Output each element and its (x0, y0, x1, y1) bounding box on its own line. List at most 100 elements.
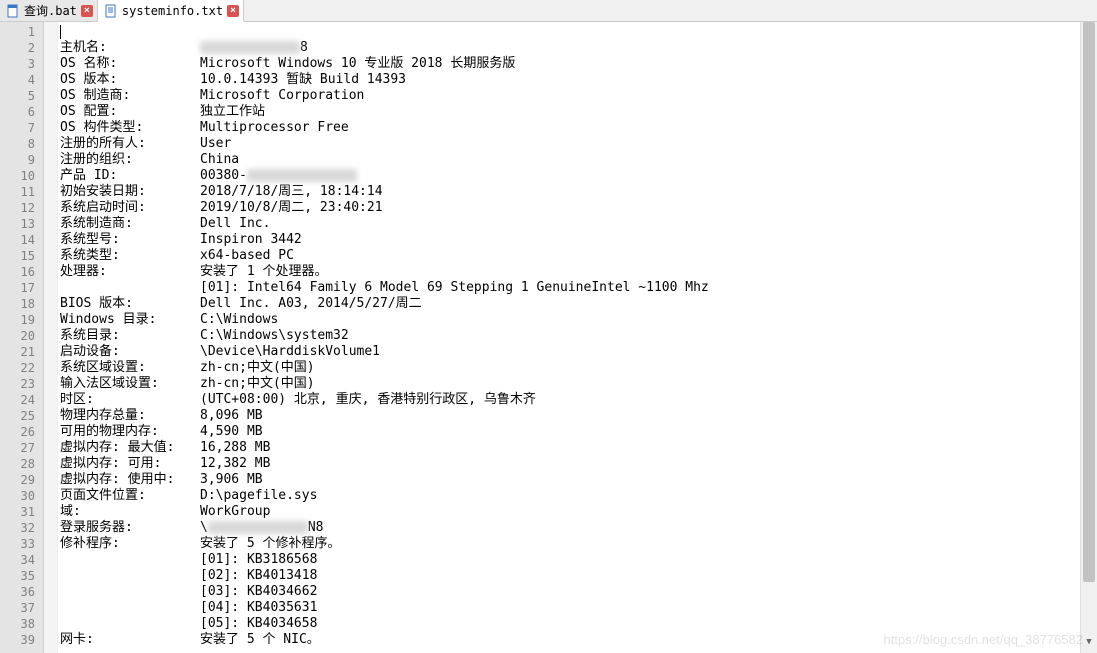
code-line: 系统目录:C:\Windows\system32 (60, 328, 1080, 344)
field-value: C:\Windows\system32 (200, 328, 349, 344)
code-line: [04]: KB4035631 (60, 600, 1080, 616)
line-number: 12 (0, 200, 35, 216)
code-line: 时区:(UTC+08:00) 北京, 重庆, 香港特别行政区, 乌鲁木齐 (60, 392, 1080, 408)
line-number: 20 (0, 328, 35, 344)
field-value: Dell Inc. A03, 2014/5/27/周二 (200, 296, 422, 312)
editor-area: 1234567891011121314151617181920212223242… (0, 22, 1097, 653)
file-icon (104, 4, 118, 18)
field-key: 系统型号: (60, 232, 200, 248)
field-value: Multiprocessor Free (200, 120, 349, 136)
field-value: 安装了 5 个 NIC。 (200, 632, 320, 648)
field-value: China (200, 152, 239, 168)
code-line: 系统类型:x64-based PC (60, 248, 1080, 264)
close-icon[interactable]: × (227, 5, 239, 17)
code-line: OS 制造商:Microsoft Corporation (60, 88, 1080, 104)
line-number: 10 (0, 168, 35, 184)
line-number-gutter: 1234567891011121314151617181920212223242… (0, 22, 44, 653)
line-number: 26 (0, 424, 35, 440)
line-number: 21 (0, 344, 35, 360)
code-line: 虚拟内存: 最大值:16,288 MB (60, 440, 1080, 456)
field-value: [04]: KB4035631 (200, 600, 317, 616)
line-number: 13 (0, 216, 35, 232)
fold-margin (44, 22, 58, 653)
field-key: 系统制造商: (60, 216, 200, 232)
code-line: 虚拟内存: 可用:12,382 MB (60, 456, 1080, 472)
field-key: 系统启动时间: (60, 200, 200, 216)
field-key: 页面文件位置: (60, 488, 200, 504)
field-key: OS 名称: (60, 56, 200, 72)
code-line: OS 构件类型:Multiprocessor Free (60, 120, 1080, 136)
field-value: D:\pagefile.sys (200, 488, 317, 504)
field-value: \N8 (200, 520, 323, 536)
field-key: 物理内存总量: (60, 408, 200, 424)
field-value: User (200, 136, 231, 152)
code-line: 修补程序:安装了 5 个修补程序。 (60, 536, 1080, 552)
text-editor[interactable]: 主机名:8OS 名称:Microsoft Windows 10 专业版 2018… (58, 22, 1080, 653)
field-key: 启动设备: (60, 344, 200, 360)
field-key: 域: (60, 504, 200, 520)
field-value: Inspiron 3442 (200, 232, 302, 248)
code-line (60, 24, 1080, 40)
line-number: 15 (0, 248, 35, 264)
field-value: 8,096 MB (200, 408, 263, 424)
field-key: 注册的所有人: (60, 136, 200, 152)
line-number: 22 (0, 360, 35, 376)
code-line: 系统区域设置:zh-cn;中文(中国) (60, 360, 1080, 376)
field-key: 处理器: (60, 264, 200, 280)
tab-query-bat[interactable]: 查询.bat × (0, 0, 98, 21)
field-value: Dell Inc. (200, 216, 270, 232)
tab-systeminfo-txt[interactable]: systeminfo.txt × (98, 0, 244, 22)
redacted-text (200, 41, 300, 54)
line-number: 8 (0, 136, 35, 152)
line-number: 39 (0, 632, 35, 648)
field-key: 虚拟内存: 最大值: (60, 440, 200, 456)
close-icon[interactable]: × (81, 5, 93, 17)
line-number: 18 (0, 296, 35, 312)
line-number: 9 (0, 152, 35, 168)
line-number: 14 (0, 232, 35, 248)
field-key: 时区: (60, 392, 200, 408)
field-value: Microsoft Corporation (200, 88, 364, 104)
line-number: 4 (0, 72, 35, 88)
code-line: [03]: KB4034662 (60, 584, 1080, 600)
scrollbar-thumb[interactable] (1083, 22, 1095, 582)
field-value: zh-cn;中文(中国) (200, 360, 315, 376)
file-icon (6, 4, 20, 18)
field-value: 3,906 MB (200, 472, 263, 488)
code-line: 产品 ID:00380- (60, 168, 1080, 184)
scroll-down-arrow[interactable]: ▼ (1081, 637, 1097, 653)
code-line: BIOS 版本:Dell Inc. A03, 2014/5/27/周二 (60, 296, 1080, 312)
field-value: 2018/7/18/周三, 18:14:14 (200, 184, 383, 200)
line-number: 24 (0, 392, 35, 408)
code-line: 网卡:安装了 5 个 NIC。 (60, 632, 1080, 648)
line-number: 28 (0, 456, 35, 472)
vertical-scrollbar[interactable]: ▲ ▼ (1080, 22, 1097, 653)
field-value: [01]: Intel64 Family 6 Model 69 Stepping… (200, 280, 709, 296)
field-value: 10.0.14393 暂缺 Build 14393 (200, 72, 406, 88)
field-value: [02]: KB4013418 (200, 568, 317, 584)
field-value: [03]: KB4034662 (200, 584, 317, 600)
field-value: 安装了 1 个处理器。 (200, 264, 327, 280)
field-key (60, 568, 200, 584)
redacted-text (247, 169, 357, 182)
field-value: WorkGroup (200, 504, 270, 520)
code-line: 系统启动时间:2019/10/8/周二, 23:40:21 (60, 200, 1080, 216)
field-value: (UTC+08:00) 北京, 重庆, 香港特别行政区, 乌鲁木齐 (200, 392, 536, 408)
field-value: C:\Windows (200, 312, 278, 328)
line-number: 35 (0, 568, 35, 584)
field-key: 网卡: (60, 632, 200, 648)
line-number: 25 (0, 408, 35, 424)
tab-label: 查询.bat (24, 2, 77, 19)
line-number: 3 (0, 56, 35, 72)
field-value: 安装了 5 个修补程序。 (200, 536, 340, 552)
field-value: 2019/10/8/周二, 23:40:21 (200, 200, 383, 216)
field-value: 00380- (200, 168, 357, 184)
field-key: OS 制造商: (60, 88, 200, 104)
code-line: [05]: KB4034658 (60, 616, 1080, 632)
code-line: [02]: KB4013418 (60, 568, 1080, 584)
field-value: 16,288 MB (200, 440, 270, 456)
code-line: 登录服务器:\N8 (60, 520, 1080, 536)
field-value: zh-cn;中文(中国) (200, 376, 315, 392)
code-line: 注册的所有人:User (60, 136, 1080, 152)
code-line: 域:WorkGroup (60, 504, 1080, 520)
